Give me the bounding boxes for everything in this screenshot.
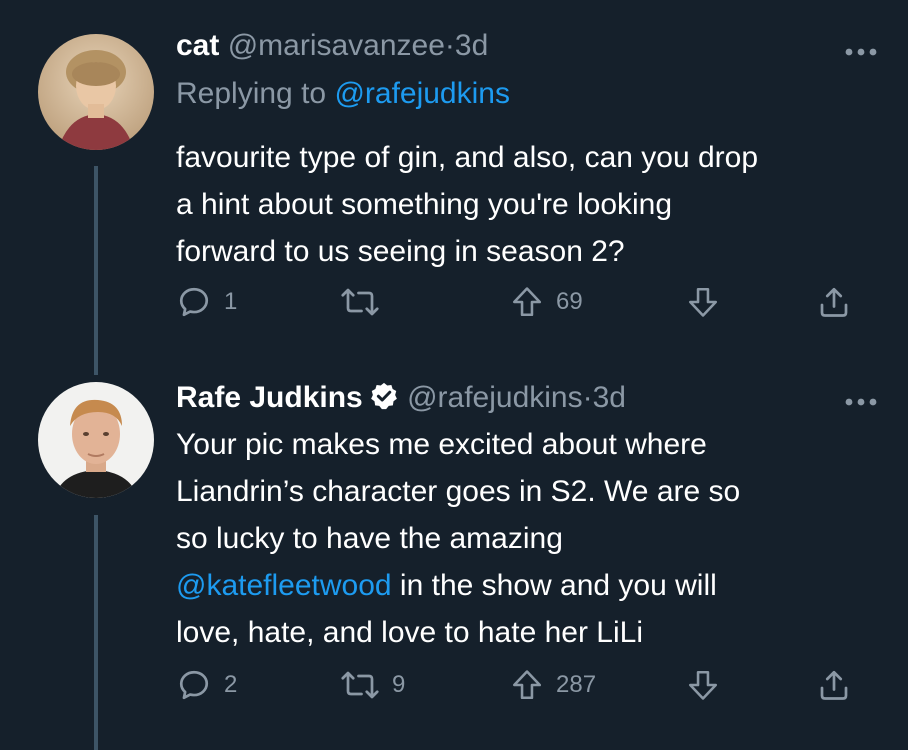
- action-bar: 1 69: [176, 282, 876, 322]
- reply-icon: [179, 287, 209, 317]
- upvote-button[interactable]: 69: [510, 282, 583, 322]
- retweet-button[interactable]: 9: [340, 665, 405, 705]
- tweet-text-line: Your pic makes me excited about where: [176, 428, 707, 461]
- tweet-header: Rafe Judkins @rafejudkins·3d: [176, 380, 626, 416]
- reply-mention-link[interactable]: @rafejudkins: [334, 77, 510, 110]
- reply-icon: [179, 670, 209, 700]
- replying-to-label: Replying to: [176, 77, 335, 110]
- more-icon: [845, 48, 877, 56]
- thread-line: [94, 166, 98, 375]
- tweet-text-line: in the show and you will: [391, 569, 717, 602]
- upvote-count: 69: [556, 288, 583, 315]
- avatar-rafe-image: [38, 382, 154, 498]
- separator: ·: [582, 381, 593, 414]
- reply-context: Replying to @rafejudkins: [176, 76, 510, 112]
- retweet-button[interactable]: [340, 282, 392, 322]
- tweet-text-line: Liandrin’s character goes in S2. We are …: [176, 475, 741, 508]
- more-icon: [845, 398, 877, 406]
- share-button[interactable]: [816, 665, 852, 705]
- more-button[interactable]: [844, 44, 878, 56]
- mention-link[interactable]: @katefleetwood: [176, 569, 392, 602]
- tweet-1[interactable]: cat @marisavanzee·3d Replying to @rafeju…: [0, 0, 908, 375]
- tweet-text-line: so lucky to have the amazing: [176, 522, 563, 555]
- handle[interactable]: @rafejudkins: [407, 381, 583, 414]
- handle[interactable]: @marisavanzee: [228, 29, 445, 62]
- more-button[interactable]: [844, 394, 878, 406]
- reply-count: 2: [224, 671, 238, 698]
- tweet-text-line: a hint about something you're looking: [176, 188, 673, 221]
- tweet-text: Your pic makes me excited about where Li…: [176, 421, 740, 656]
- verified-icon: [370, 382, 397, 410]
- reply-button[interactable]: 1: [176, 282, 237, 322]
- display-name[interactable]: cat: [176, 29, 219, 62]
- upvote-count: 287: [556, 671, 597, 698]
- upvote-button[interactable]: 287: [510, 665, 596, 705]
- tweet-text: favourite type of gin, and also, can you…: [176, 134, 758, 275]
- tweet-text-line: favourite type of gin, and also, can you…: [176, 141, 759, 174]
- separator: ·: [444, 29, 455, 62]
- retweet-count: 9: [392, 671, 406, 698]
- timestamp[interactable]: 3d: [593, 381, 626, 414]
- downvote-button[interactable]: [686, 665, 720, 705]
- share-button[interactable]: [816, 282, 852, 322]
- reply-count: 1: [224, 288, 238, 315]
- tweet-header: cat @marisavanzee·3d: [176, 28, 488, 64]
- share-icon: [820, 287, 848, 317]
- upvote-icon: [512, 287, 542, 317]
- tweet-text-line: forward to us seeing in season 2?: [176, 235, 625, 268]
- retweet-icon: [341, 671, 379, 699]
- avatar-cat[interactable]: [38, 34, 154, 150]
- downvote-button[interactable]: [686, 282, 720, 322]
- tweet-text-line: love, hate, and love to hate her LiLi: [176, 616, 643, 649]
- timestamp[interactable]: 3d: [455, 29, 488, 62]
- downvote-icon: [688, 670, 718, 700]
- action-bar: 2 9 287: [176, 665, 876, 705]
- reply-button[interactable]: 2: [176, 665, 237, 705]
- retweet-icon: [341, 288, 379, 316]
- thread-line: [94, 515, 98, 750]
- tweet-2[interactable]: Rafe Judkins @rafejudkins·3d Your pic ma…: [0, 375, 908, 750]
- downvote-icon: [688, 287, 718, 317]
- avatar-rafe[interactable]: [38, 382, 154, 498]
- upvote-icon: [512, 670, 542, 700]
- avatar-cat-image: [38, 34, 154, 150]
- share-icon: [820, 670, 848, 700]
- display-name[interactable]: Rafe Judkins: [176, 381, 363, 414]
